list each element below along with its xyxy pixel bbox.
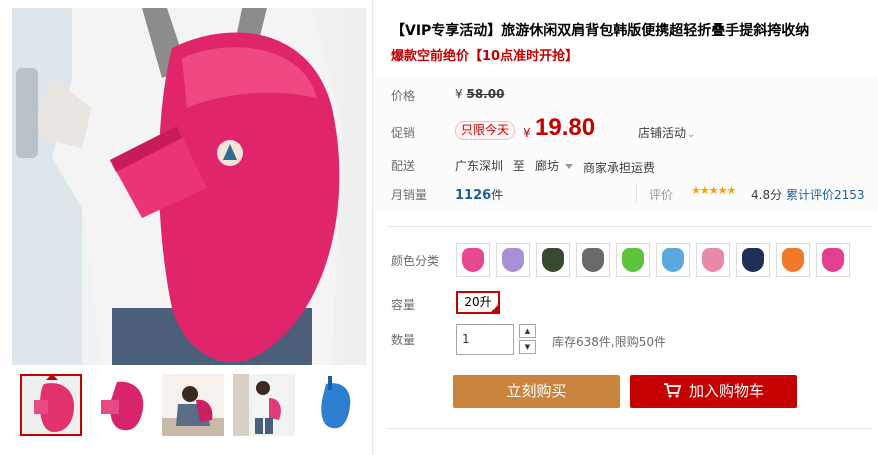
- color-swatch-1[interactable]: [456, 243, 490, 277]
- currency-symbol: ¥: [455, 87, 463, 101]
- store-promo-label: 店铺活动: [638, 126, 687, 140]
- color-swatch-4[interactable]: [576, 243, 610, 277]
- thumbnail-4[interactable]: [233, 374, 295, 436]
- add-to-cart-button[interactable]: 加入购物车: [630, 375, 797, 408]
- rating-label: 评价: [649, 188, 674, 202]
- product-title: 【VIP专享活动】旅游休闲双肩背包韩版便携超轻折叠手提斜挎收纳: [391, 23, 810, 39]
- original-price: ¥ 58.00: [455, 87, 504, 101]
- caret-down-icon: [565, 164, 574, 169]
- product-info: 【VIP专享活动】旅游休闲双肩背包韩版便携超轻折叠手提斜挎收纳 爆款空前绝价【1…: [373, 0, 878, 455]
- product-gallery: [0, 0, 372, 455]
- capacity-label: 容量: [391, 298, 416, 312]
- total-reviews-link[interactable]: 累计评价2153: [786, 186, 865, 203]
- capacity-option-selected[interactable]: 20升 ✓: [456, 291, 500, 314]
- store-promo-dropdown[interactable]: 店铺活动⌄: [638, 124, 695, 141]
- thumbnail-1[interactable]: [20, 374, 82, 436]
- selected-indicator: [46, 376, 58, 380]
- chevron-down-icon: ⌄: [687, 129, 696, 140]
- color-label: 颜色分类: [391, 254, 440, 268]
- shipping-destination-select[interactable]: 廊坊: [535, 157, 574, 174]
- color-swatch-10[interactable]: [816, 243, 850, 277]
- swatch-image: [702, 248, 724, 272]
- shipping-from: 广东深圳: [455, 159, 504, 173]
- bottom-divider: [387, 428, 873, 429]
- color-swatch-9[interactable]: [776, 243, 810, 277]
- monthly-sales-unit: 件: [491, 188, 504, 202]
- swatch-image: [622, 248, 644, 272]
- sales-divider: [636, 184, 637, 202]
- swatch-image: [822, 248, 844, 272]
- swatch-image: [662, 248, 684, 272]
- quantity-decrease-button[interactable]: ▼: [519, 340, 536, 354]
- swatch-image: [582, 248, 604, 272]
- product-page: 【VIP专享活动】旅游休闲双肩背包韩版便携超轻折叠手提斜挎收纳 爆款空前绝价【1…: [0, 0, 878, 455]
- original-price-value: 58.00: [466, 87, 505, 101]
- quantity-label: 数量: [391, 333, 416, 347]
- thumbnail-3[interactable]: [162, 374, 224, 436]
- monthly-sales-count: 1126: [455, 188, 492, 203]
- price-label: 价格: [391, 89, 416, 103]
- stock-info: 库存638件,限购50件: [552, 335, 666, 349]
- swatch-image: [502, 248, 524, 272]
- capacity-value: 20升: [464, 295, 492, 309]
- swatch-image: [542, 248, 564, 272]
- shipping-fee: 商家承担运费: [583, 161, 656, 175]
- color-swatch-7[interactable]: [696, 243, 730, 277]
- section-divider: [387, 226, 873, 227]
- quantity-input[interactable]: 1: [456, 324, 514, 355]
- color-swatch-3[interactable]: [536, 243, 570, 277]
- promo-currency-symbol: ¥: [523, 126, 531, 140]
- rating-score: 4.8分: [751, 188, 783, 202]
- thumbnail-5[interactable]: [304, 374, 366, 436]
- color-swatch-2[interactable]: [496, 243, 530, 277]
- shipping-to: 廊坊: [535, 159, 560, 173]
- swatch-image: [742, 248, 764, 272]
- shipping-label: 配送: [391, 159, 416, 173]
- thumbnail-row: [12, 372, 372, 442]
- color-swatch-5[interactable]: [616, 243, 650, 277]
- shipping-origin: 广东深圳 至: [455, 157, 525, 174]
- color-swatch-8[interactable]: [736, 243, 770, 277]
- main-product-image[interactable]: [12, 8, 366, 365]
- promo-label: 促销: [391, 126, 416, 140]
- monthly-sales-label: 月销量: [391, 188, 428, 202]
- add-to-cart-label: 加入购物车: [688, 382, 764, 400]
- star-rating-icon: ★★★★★: [691, 184, 736, 197]
- promo-badge: 只限今天: [455, 121, 516, 140]
- swatch-image: [782, 248, 804, 272]
- swatch-image: [462, 248, 484, 272]
- buy-now-button[interactable]: 立刻购买: [453, 375, 620, 408]
- color-swatch-6[interactable]: [656, 243, 690, 277]
- monthly-sales: 1126件: [455, 186, 503, 203]
- quantity-increase-button[interactable]: ▲: [519, 324, 536, 338]
- promo-price: 19.80: [535, 114, 596, 141]
- shipping-to-word: 至: [512, 159, 525, 173]
- thumbnail-2[interactable]: [91, 374, 153, 436]
- check-icon: ✓: [492, 304, 498, 312]
- cart-icon: [663, 382, 681, 397]
- product-subtitle: 爆款空前绝价【10点准时开抢】: [391, 49, 579, 64]
